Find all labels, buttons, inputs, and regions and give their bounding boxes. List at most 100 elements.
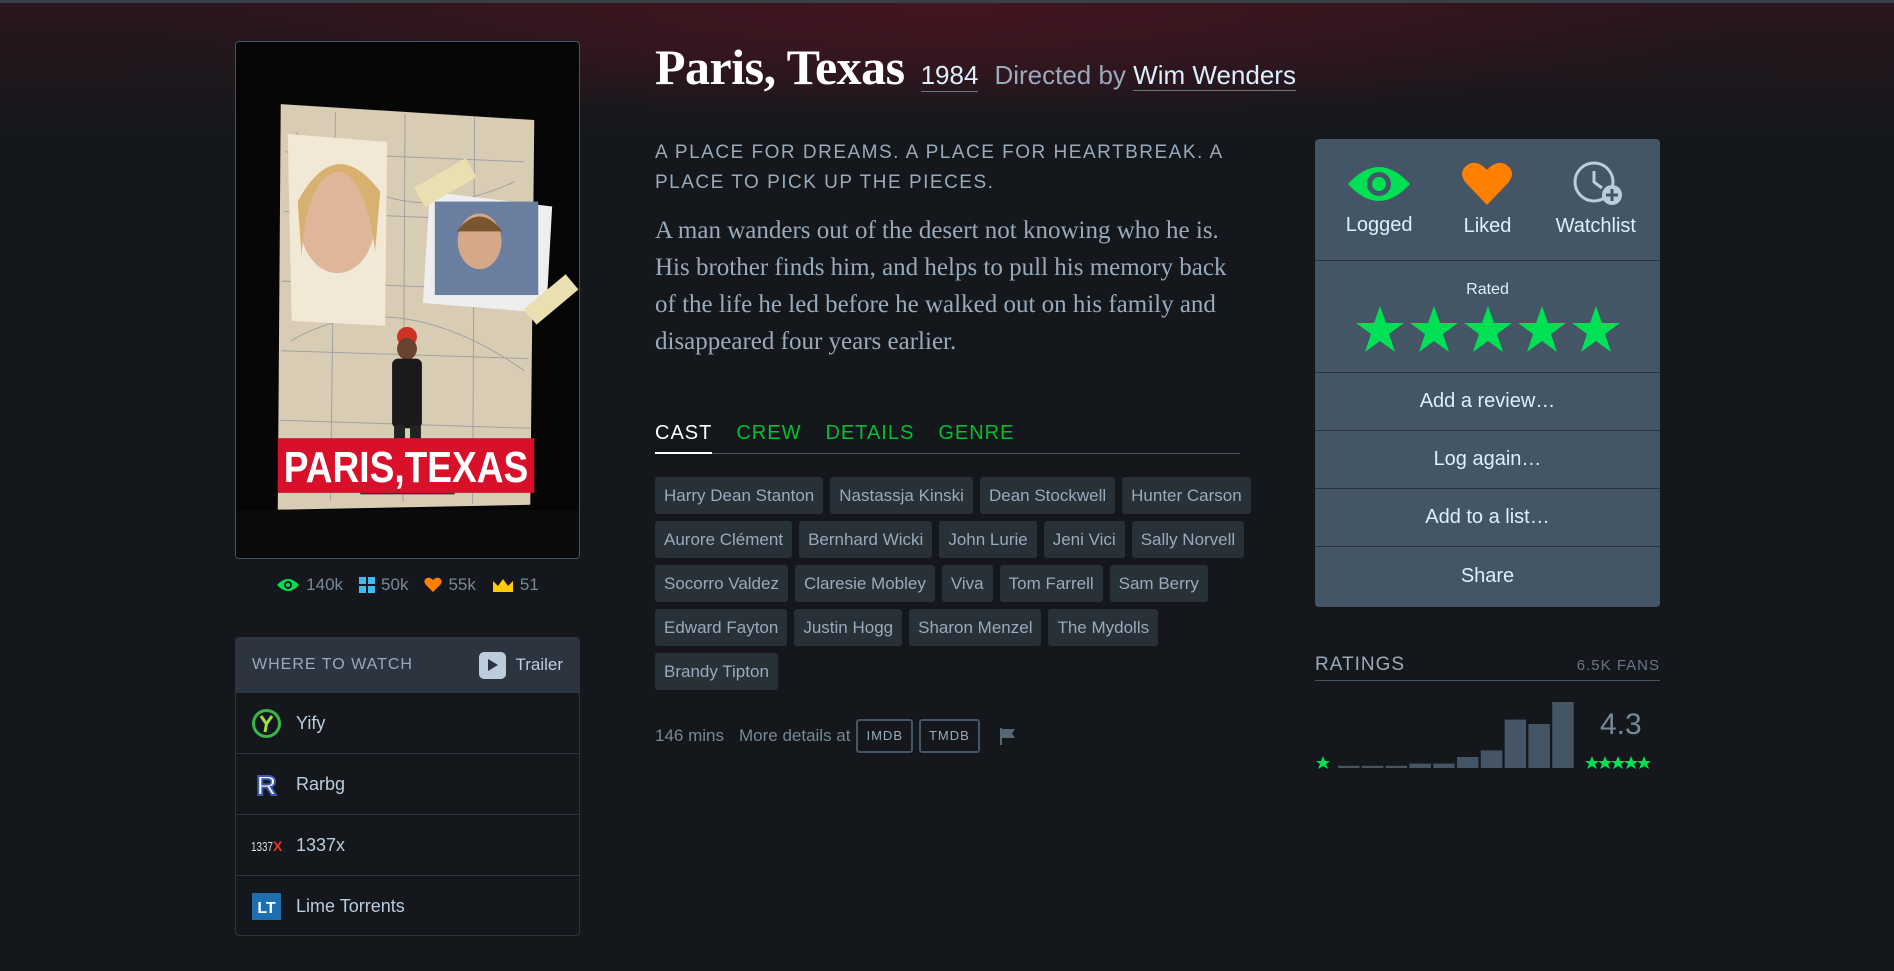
svg-text:X: X: [273, 838, 282, 854]
yify-icon: [251, 708, 282, 739]
cast-member[interactable]: Harry Dean Stanton: [655, 477, 824, 514]
where-to-watch-panel: WHERE TO WATCH Trailer Yify R Rarbg 1337…: [235, 637, 580, 936]
histogram-bar[interactable]: [1433, 763, 1455, 768]
directed-by-label: Directed by: [994, 60, 1126, 90]
more-details-label: More details at: [738, 726, 851, 745]
trailer-button[interactable]: Trailer: [479, 651, 563, 679]
cast-member[interactable]: Brandy Tipton: [655, 653, 778, 690]
cast-member[interactable]: Sally Norvell: [1131, 521, 1245, 558]
cast-member[interactable]: Bernhard Wicki: [799, 521, 933, 558]
poster-artwork: PARIS,TEXAS: [236, 42, 579, 558]
tab-crew[interactable]: CREW: [736, 422, 801, 454]
star-icon[interactable]: [1409, 305, 1459, 353]
cast-member[interactable]: Claresie Mobley: [794, 565, 935, 602]
service-limetorrents[interactable]: LT Lime Torrents: [236, 875, 579, 935]
max-stars-icon: [1585, 756, 1651, 769]
cast-member[interactable]: Aurore Clément: [655, 521, 793, 558]
cast-member[interactable]: Dean Stockwell: [979, 477, 1116, 514]
watchlist-toggle[interactable]: Watchlist: [1546, 161, 1646, 238]
grid-icon: [359, 577, 376, 593]
play-icon: [479, 651, 507, 679]
cast-list: Harry Dean Stanton Nastassja Kinski Dean…: [655, 477, 1255, 690]
service-yify[interactable]: Yify: [236, 692, 579, 753]
histogram-bar[interactable]: [1504, 719, 1527, 768]
1337x-icon: 1337 X: [251, 830, 282, 861]
heart-icon: [424, 577, 443, 592]
service-name: Yify: [296, 712, 326, 733]
cast-member[interactable]: John Lurie: [939, 521, 1037, 558]
imdb-button[interactable]: IMDB: [856, 719, 913, 753]
poster-title-text: PARIS,TEXAS: [284, 443, 529, 492]
cast-member[interactable]: Edward Fayton: [655, 609, 788, 646]
star-icon[interactable]: [1517, 305, 1567, 353]
where-to-watch-title: WHERE TO WATCH: [252, 656, 413, 673]
action-toggles: Logged Liked Watchlist: [1315, 139, 1660, 261]
histogram-bar[interactable]: [1409, 763, 1431, 768]
lists-count: 50k: [381, 575, 409, 594]
log-again-button[interactable]: Log again…: [1315, 431, 1660, 489]
min-star-icon: [1316, 756, 1330, 769]
svg-text:1337: 1337: [251, 839, 273, 854]
report-flag-icon[interactable]: [998, 726, 1018, 746]
cast-member[interactable]: Hunter Carson: [1122, 477, 1251, 514]
add-to-list-button[interactable]: Add to a list…: [1315, 489, 1660, 547]
eye-icon: [277, 579, 300, 591]
info-tabs: CAST CREW DETAILS GENRE: [655, 422, 1240, 454]
tab-genre[interactable]: GENRE: [938, 422, 1014, 454]
cast-member[interactable]: The Mydolls: [1048, 609, 1159, 646]
histogram-bar[interactable]: [1480, 750, 1503, 768]
film-synopsis: A man wanders out of the desert not know…: [655, 217, 1227, 355]
histogram-bar[interactable]: [1361, 765, 1384, 768]
star-icon[interactable]: [1463, 305, 1513, 353]
histogram-bar[interactable]: [1338, 765, 1360, 768]
cast-member[interactable]: Nastassja Kinski: [830, 477, 973, 514]
director-link[interactable]: Wim Wenders: [1133, 60, 1296, 91]
heart-icon: [1462, 162, 1513, 205]
star-icon[interactable]: [1571, 305, 1621, 353]
cast-member[interactable]: Jeni Vici: [1043, 521, 1125, 558]
eye-icon: [1348, 167, 1411, 201]
cast-member[interactable]: Socorro Valdez: [655, 565, 788, 602]
share-button[interactable]: Share: [1315, 547, 1660, 605]
add-review-button[interactable]: Add a review…: [1315, 373, 1660, 431]
histogram-bar[interactable]: [1552, 702, 1574, 768]
trailer-label: Trailer: [515, 655, 563, 674]
histogram-bar[interactable]: [1528, 724, 1550, 768]
average-rating: 4.3: [1600, 708, 1642, 741]
limetorrents-icon: LT: [251, 891, 282, 922]
service-1337x[interactable]: 1337 X 1337x: [236, 814, 579, 875]
film-poster[interactable]: PARIS,TEXAS: [235, 41, 580, 559]
film-tagline: A PLACE FOR DREAMS. A PLACE FOR HEARTBRE…: [655, 142, 1223, 193]
top-stat[interactable]: 51: [492, 575, 539, 595]
lists-stat[interactable]: 50k: [359, 575, 408, 595]
tab-cast[interactable]: CAST: [655, 422, 713, 454]
histogram-bar[interactable]: [1457, 757, 1479, 768]
user-star-rating[interactable]: [1355, 305, 1621, 353]
directed-by: Directed by Wim Wenders: [994, 60, 1296, 91]
film-year-link[interactable]: 1984: [920, 60, 979, 92]
logged-toggle[interactable]: Logged: [1329, 162, 1429, 237]
tab-details[interactable]: DETAILS: [825, 422, 914, 454]
histogram-bar[interactable]: [1385, 765, 1408, 768]
watched-stat[interactable]: 140k: [276, 575, 343, 595]
service-rarbg[interactable]: R Rarbg: [236, 753, 579, 814]
likes-stat[interactable]: 55k: [424, 575, 476, 595]
service-name: 1337x: [296, 834, 346, 855]
cast-member[interactable]: Justin Hogg: [794, 609, 903, 646]
cast-member[interactable]: Sam Berry: [1109, 565, 1208, 602]
cast-member[interactable]: Viva: [941, 565, 993, 602]
tmdb-button[interactable]: TMDB: [918, 719, 980, 753]
user-actions-panel: Logged Liked Watchlist Rated Add a revie…: [1315, 139, 1660, 607]
fans-link[interactable]: 6.5K FANS: [1577, 657, 1660, 674]
svg-text:LT: LT: [257, 900, 276, 917]
watchlist-label: Watchlist: [1555, 215, 1636, 237]
liked-toggle[interactable]: Liked: [1437, 161, 1537, 238]
cast-member[interactable]: Sharon Menzel: [909, 609, 1042, 646]
runtime: 146 mins: [655, 726, 724, 745]
ratings-title: RATINGS: [1315, 654, 1406, 675]
star-icon[interactable]: [1355, 305, 1405, 353]
watched-count: 140k: [306, 575, 344, 594]
rarbg-icon: R: [251, 769, 282, 800]
where-to-watch-header: WHERE TO WATCH Trailer: [236, 638, 579, 692]
cast-member[interactable]: Tom Farrell: [999, 565, 1103, 602]
